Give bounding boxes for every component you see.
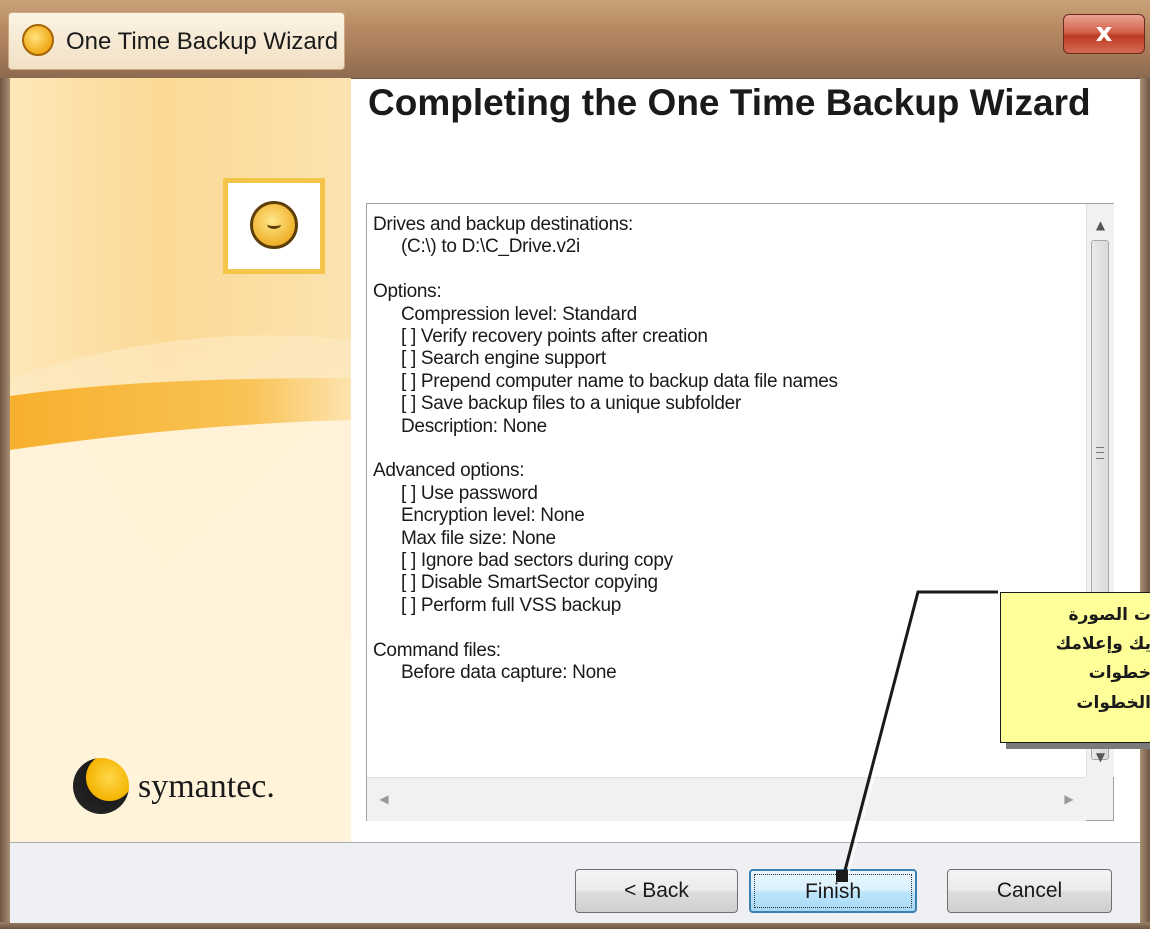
norton-ghost-logo-icon xyxy=(250,201,298,249)
summary-line: [ ] Perform full VSS backup xyxy=(401,594,621,616)
window-frame-bottom xyxy=(0,922,1150,929)
window-title: One Time Backup Wizard xyxy=(66,28,339,55)
wizard-window: One Time Backup Wizard x symantec. Compl… xyxy=(0,0,1150,929)
summary-line: [ ] Prepend computer name to backup data… xyxy=(401,370,838,392)
window-frame-right xyxy=(1140,78,1150,929)
summary-line: [ ] Search engine support xyxy=(401,348,606,370)
annotation-line: الخطوات xyxy=(1076,693,1150,713)
close-button[interactable]: x xyxy=(1063,14,1145,54)
summary-line: [ ] Ignore bad sectors during copy xyxy=(401,550,673,572)
summary-line: [ ] Verify recovery points after creatio… xyxy=(401,326,708,348)
summary-line: Compression level: Standard xyxy=(401,303,637,325)
title-bar[interactable]: One Time Backup Wizard x xyxy=(0,0,1150,79)
annotation-line: يك وإعلامك xyxy=(1055,634,1150,654)
summary-blank-line xyxy=(373,438,1073,460)
summary-blank-line xyxy=(373,617,1073,639)
summary-blank-line xyxy=(373,259,1073,281)
wizard-banner xyxy=(10,78,351,842)
norton-ghost-icon xyxy=(22,24,54,56)
back-button[interactable]: < Back xyxy=(575,869,738,913)
page-title: Completing the One Time Backup Wizard xyxy=(368,82,1091,123)
summary-line: Max file size: None xyxy=(401,527,556,549)
summary-line: Drives and backup destinations: xyxy=(373,214,634,235)
focus-rect xyxy=(754,874,912,908)
scroll-right-icon[interactable]: ▶ xyxy=(1056,778,1082,821)
summary-line: Advanced options: xyxy=(373,460,525,482)
scroll-left-icon[interactable]: ◀ xyxy=(371,778,397,821)
summary-text: Drives and backup destinations: (C:\) to … xyxy=(373,214,1073,684)
summary-line: Command files: xyxy=(373,639,501,661)
symantec-wordmark: symantec. xyxy=(138,768,275,805)
summary-line: [ ] Save backup files to a unique subfol… xyxy=(401,393,741,415)
annotation-line: خطوات xyxy=(1088,663,1150,683)
scroll-up-icon[interactable]: ▲ xyxy=(1087,212,1114,238)
finish-button[interactable]: Finish xyxy=(749,869,917,913)
summary-line: Before data capture: None xyxy=(401,662,617,684)
summary-line: (C:\) to D:\C_Drive.v2i xyxy=(401,236,580,258)
scroll-grip-icon xyxy=(1096,447,1104,459)
scrollbar-corner xyxy=(1086,777,1113,820)
window-frame-left xyxy=(0,78,10,929)
symantec-logo-icon xyxy=(73,758,129,814)
scroll-down-icon[interactable]: ▼ xyxy=(1087,744,1114,770)
summary-line: [ ] Disable SmartSector copying xyxy=(401,572,658,594)
summary-line: Options: xyxy=(373,281,442,303)
summary-line: Description: None xyxy=(401,415,547,437)
norton-ghost-logo xyxy=(223,178,325,274)
cancel-button[interactable]: Cancel xyxy=(947,869,1112,913)
annotation-line: ت الصورة xyxy=(1068,605,1150,625)
summary-line: [ ] Use password xyxy=(401,482,538,504)
summary-line: Encryption level: None xyxy=(401,505,585,527)
annotation-callout: ت الصورة يك وإعلامك خطوات الخطوات xyxy=(1000,592,1150,743)
horizontal-scrollbar[interactable]: ◀ ▶ xyxy=(367,777,1086,821)
